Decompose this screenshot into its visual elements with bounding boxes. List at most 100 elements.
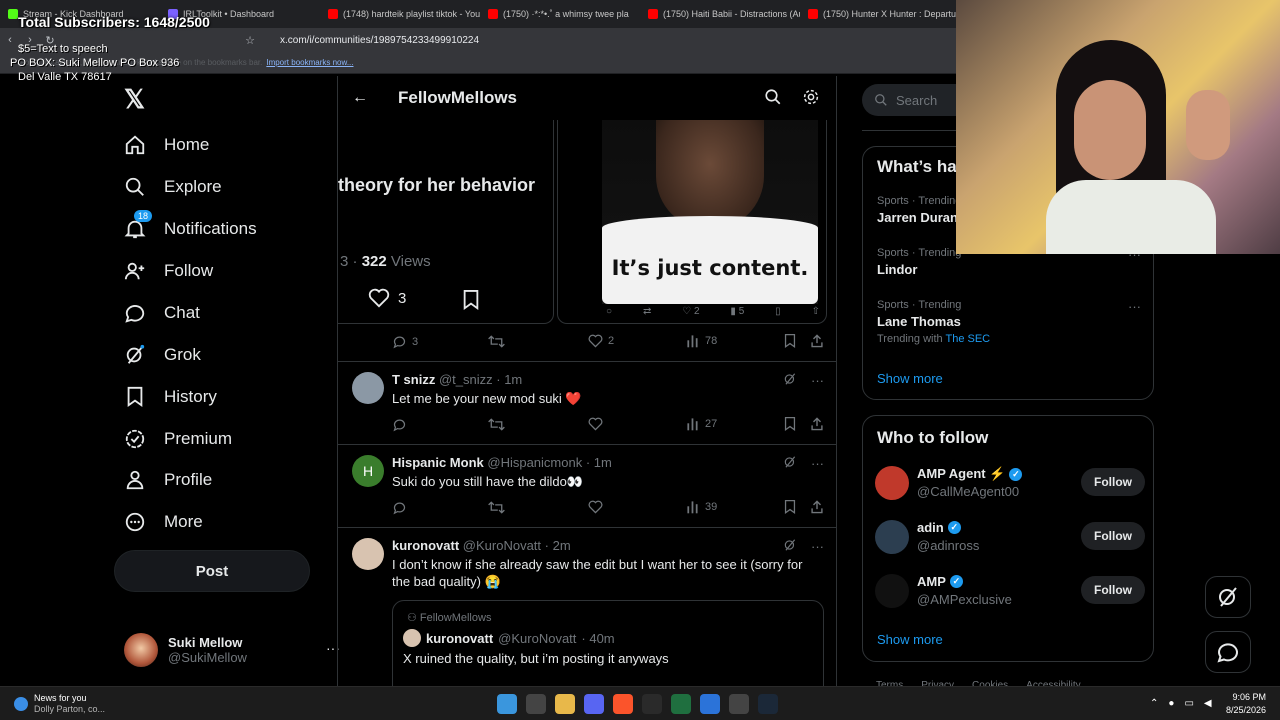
like-button[interactable]	[588, 500, 608, 514]
avatar[interactable]: H	[352, 455, 384, 487]
post[interactable]: kuronovatt @KuroNovatt · 2m ··· I don’t kn…	[338, 527, 836, 686]
show-more-link[interactable]: Show more	[877, 632, 943, 647]
bookmark-icon[interactable]: ▯	[775, 306, 781, 317]
url-field[interactable]: x.com/i/communities/1989754233499910224	[280, 35, 479, 46]
repost-button[interactable]	[488, 417, 505, 432]
discord-icon[interactable]	[584, 694, 604, 714]
sidebar-item-chat[interactable]: Chat	[124, 298, 200, 328]
avatar[interactable]	[875, 574, 909, 608]
gear-icon[interactable]	[802, 88, 820, 111]
avatar[interactable]	[875, 466, 909, 500]
views-button[interactable]: 78	[686, 334, 717, 348]
sidebar-item-home[interactable]: Home	[124, 130, 209, 160]
back-arrow-icon[interactable]: ‹	[0, 34, 20, 46]
follow-suggestion[interactable]: AMP ✓ @AMPexclusive Follow	[875, 572, 1145, 612]
post-author-handle[interactable]: @Hispanicmonk	[487, 455, 582, 470]
brave-icon[interactable]	[613, 694, 633, 714]
windows-icon[interactable]	[497, 694, 517, 714]
terminal-icon[interactable]	[671, 694, 691, 714]
sidebar-item-more[interactable]: More	[124, 507, 203, 537]
quoted-post[interactable]: ⚇ FellowMellows kuronovatt @KuroNovatt · 40…	[392, 600, 824, 686]
epic-games-icon[interactable]	[642, 694, 662, 714]
chat-float-button[interactable]	[1205, 631, 1251, 673]
file-explorer-icon[interactable]	[555, 694, 575, 714]
chevron-up-icon[interactable]: ⌃	[1150, 698, 1158, 709]
show-more-link[interactable]: Show more	[877, 371, 943, 386]
like-button[interactable]	[588, 417, 608, 431]
back-arrow-icon[interactable]: ←	[338, 89, 382, 107]
obs-icon[interactable]	[729, 694, 749, 714]
grok-icon[interactable]	[783, 372, 797, 389]
post-time[interactable]: · 1m	[586, 455, 612, 470]
views-button[interactable]: 39	[686, 500, 717, 514]
sidebar-item-grok[interactable]: Grok	[124, 340, 201, 370]
more-dots-icon[interactable]: ···	[811, 373, 824, 388]
system-tray[interactable]: ⌃ ● ▭ ◀	[1150, 698, 1212, 709]
post-button[interactable]: Post	[114, 550, 310, 592]
share-icon[interactable]	[810, 334, 824, 348]
trend-item[interactable]: Sports · Trending Lane Thomas Trending wit…	[877, 299, 1141, 345]
reply-button[interactable]: 3	[392, 334, 418, 349]
microphone-icon[interactable]: ●	[1168, 698, 1174, 709]
repost-icon[interactable]: ⇄	[643, 306, 651, 317]
views-button[interactable]: ▮ 5	[730, 306, 744, 317]
browser-tab[interactable]: (1748) hardteik playlist tiktok - You	[320, 0, 480, 28]
sidebar-item-history[interactable]: History	[124, 382, 217, 412]
share-icon[interactable]	[810, 500, 824, 514]
account-switcher[interactable]: Suki Mellow @SukiMellow ···	[124, 630, 340, 670]
volume-icon[interactable]: ◀	[1204, 698, 1212, 709]
browser-tab[interactable]: (1750) ·*:*•.˚ a whimsy twee pla	[480, 0, 640, 28]
browser-tab[interactable]: (1750) Hunter X Hunter : Departure	[800, 0, 960, 28]
views-button[interactable]: 27	[686, 417, 717, 431]
share-icon[interactable]: ⇧	[812, 306, 820, 317]
search-icon[interactable]	[764, 88, 782, 111]
follow-button[interactable]: Follow	[1081, 522, 1145, 550]
grok-float-button[interactable]	[1205, 576, 1251, 618]
clock[interactable]: 9:06 PM 8/25/2026	[1226, 691, 1266, 717]
more-dots-icon[interactable]: ···	[811, 456, 824, 471]
follow-button[interactable]: Follow	[1081, 576, 1145, 604]
post-author-handle[interactable]: @KuroNovatt	[463, 538, 541, 553]
share-icon[interactable]	[810, 417, 824, 431]
import-bookmarks-link[interactable]: Import bookmarks now...	[266, 58, 353, 67]
browser-tab[interactable]: (1750) Haiti Babii - Distractions (Au	[640, 0, 800, 28]
reply-button[interactable]	[392, 500, 412, 515]
bookmark-icon[interactable]	[784, 334, 796, 348]
news-widget[interactable]: News for you Dolly Parton, co...	[14, 693, 105, 715]
bookmark-star-icon[interactable]: ☆	[240, 34, 260, 47]
post-author-name[interactable]: kuronovatt	[392, 538, 459, 553]
avatar[interactable]	[352, 372, 384, 404]
avatar[interactable]	[352, 538, 384, 570]
more-dots-icon[interactable]: ···	[1128, 299, 1141, 314]
media-like-button[interactable]: 3	[368, 288, 406, 308]
bookmark-icon[interactable]	[784, 500, 796, 514]
follow-button[interactable]: Follow	[1081, 468, 1145, 496]
media-card-right[interactable]: It’s just content. ○ ⇄ ♡ 2 ▮ 5 ▯ ⇧	[557, 120, 827, 324]
grok-icon[interactable]	[783, 538, 797, 555]
like-button[interactable]: 2	[588, 334, 614, 348]
sidebar-item-profile[interactable]: Profile	[124, 465, 212, 495]
like-button[interactable]: ♡ 2	[682, 306, 699, 317]
avatar[interactable]	[875, 520, 909, 554]
reply-button[interactable]	[392, 417, 412, 432]
bookmark-icon[interactable]	[462, 290, 480, 315]
follow-suggestion[interactable]: adin ✓ @adinross Follow	[875, 518, 1145, 558]
sidebar-item-follow[interactable]: Follow	[124, 256, 213, 286]
post-author-name[interactable]: Hispanic Monk	[392, 455, 484, 470]
post-time[interactable]: · 2m	[545, 538, 571, 553]
reply-icon[interactable]: ○	[606, 306, 612, 317]
sidebar-item-notifications[interactable]: 18 Notifications	[124, 210, 257, 244]
more-dots-icon[interactable]: ···	[811, 539, 824, 554]
media-card-left[interactable]: theory for her behavior 3 · 322 Views 3	[338, 120, 554, 324]
post-author-handle[interactable]: @t_snizz	[439, 372, 493, 387]
steam-icon[interactable]	[758, 694, 778, 714]
follow-suggestion[interactable]: AMP Agent ⚡ ✓ @CallMeAgent00 Follow	[875, 464, 1145, 504]
app-icon[interactable]	[700, 694, 720, 714]
post-time[interactable]: · 1m	[496, 372, 522, 387]
repost-button[interactable]	[488, 500, 505, 515]
bookmark-icon[interactable]	[784, 417, 796, 431]
post-author-name[interactable]: T snizz	[392, 372, 435, 387]
post[interactable]: H Hispanic Monk @Hispanicmonk · 1m ··· Suki…	[338, 444, 836, 527]
repost-button[interactable]	[488, 334, 505, 349]
sidebar-item-premium[interactable]: Premium	[124, 424, 232, 454]
